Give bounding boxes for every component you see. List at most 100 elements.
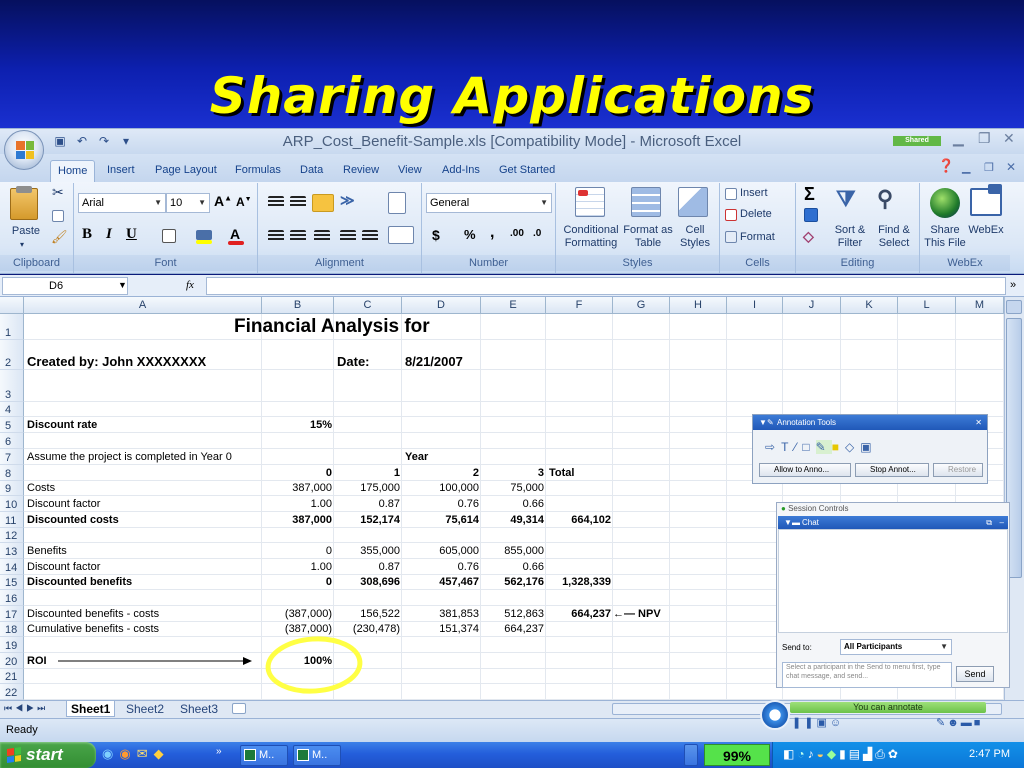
annotation-tools-header[interactable]: ▼ ✎ Annotation Tools ✕: [753, 415, 987, 430]
row-header[interactable]: 12: [0, 528, 24, 543]
cell-e13[interactable]: 855,000: [483, 544, 544, 558]
number-format-select[interactable]: General ▼: [426, 193, 552, 213]
stop-annotate-button[interactable]: Stop Annot...: [855, 463, 929, 477]
cell-f17[interactable]: 664,237: [548, 607, 611, 621]
cell-c10[interactable]: 0.87: [336, 497, 400, 511]
cell-b9[interactable]: 387,000: [264, 481, 332, 495]
eraser-icon[interactable]: ◇: [845, 440, 860, 454]
tray-volume-icon[interactable]: ♪: [808, 747, 817, 761]
cell-c14[interactable]: 0.87: [336, 560, 400, 574]
column-header-f[interactable]: F: [546, 297, 613, 314]
cell-a1[interactable]: Financial Analysis for: [234, 316, 430, 338]
cell-e17[interactable]: 512,863: [483, 607, 544, 621]
cell-a10[interactable]: Discount factor: [27, 497, 100, 511]
cell-a2[interactable]: Created by: John XXXXXXXX: [27, 355, 206, 369]
sort-filter-label[interactable]: Sort & Filter: [830, 224, 870, 250]
row-header[interactable]: 4: [0, 402, 24, 417]
row-header[interactable]: 16: [0, 590, 24, 606]
percent-icon[interactable]: %: [464, 227, 476, 242]
cell-d7[interactable]: Year: [405, 450, 428, 464]
row-header[interactable]: 8: [0, 465, 24, 481]
webex-label[interactable]: WebEx: [966, 224, 1006, 237]
sort-filter-icon[interactable]: ⧩: [836, 186, 856, 212]
row-header[interactable]: 20: [0, 653, 24, 669]
cell-e11[interactable]: 49,314: [483, 513, 544, 527]
cell-d15[interactable]: 457,467: [404, 575, 479, 589]
close-icon[interactable]: ✕: [975, 415, 982, 430]
cell-a9[interactable]: Costs: [27, 481, 55, 495]
font-color-icon[interactable]: A: [230, 226, 240, 242]
comma-icon[interactable]: ,: [490, 224, 494, 242]
help-icon[interactable]: ❓: [938, 158, 954, 174]
format-cells-icon[interactable]: [725, 231, 737, 243]
cell-a13[interactable]: Benefits: [27, 544, 67, 558]
ribbon-minimize-icon[interactable]: ▁: [962, 161, 970, 174]
collapse-icon[interactable]: ▼: [759, 415, 767, 430]
present-icon[interactable]: ▣: [816, 717, 829, 729]
orientation-icon[interactable]: ≫: [340, 192, 355, 209]
row-header[interactable]: 5: [0, 417, 24, 433]
cell-c18[interactable]: (230,478): [336, 622, 400, 636]
expand-formula-icon[interactable]: »: [1010, 279, 1016, 291]
align-right-icon[interactable]: [314, 230, 330, 242]
outlook-icon[interactable]: ✉: [137, 746, 154, 761]
font-name-select[interactable]: Arial ▼: [78, 193, 166, 213]
tray-update-icon[interactable]: ◒: [817, 747, 827, 761]
quick-launch-expand-icon[interactable]: »: [216, 746, 222, 757]
top-align-icon[interactable]: [268, 196, 284, 208]
delete-cells-icon[interactable]: [725, 209, 737, 221]
tab-insert[interactable]: Insert: [100, 160, 142, 182]
video-icon[interactable]: ■: [974, 717, 983, 729]
cell-c15[interactable]: 308,696: [336, 575, 400, 589]
row-header[interactable]: 18: [0, 622, 24, 637]
text-icon[interactable]: T: [781, 440, 794, 454]
tab-add-ins[interactable]: Add-Ins: [435, 160, 487, 182]
cell-b11[interactable]: 387,000: [264, 513, 332, 527]
pointer-icon[interactable]: ⇨: [765, 440, 781, 454]
cell-e15[interactable]: 562,176: [483, 575, 544, 589]
cell-e14[interactable]: 0.66: [483, 560, 544, 574]
cell-d11[interactable]: 75,614: [404, 513, 479, 527]
column-header-m[interactable]: M: [956, 297, 1004, 314]
chat-messages[interactable]: [778, 529, 1008, 633]
row-header[interactable]: 11: [0, 512, 24, 528]
customize-qat-icon[interactable]: ▾: [118, 133, 134, 149]
taskbar-item[interactable]: M..: [240, 745, 288, 766]
borders-icon[interactable]: [162, 229, 176, 243]
insert-sheet-icon[interactable]: [232, 703, 246, 714]
row-header[interactable]: 10: [0, 496, 24, 512]
tab-view[interactable]: View: [391, 160, 429, 182]
cell-e18[interactable]: 664,237: [483, 622, 544, 636]
row-header[interactable]: 15: [0, 575, 24, 590]
decrease-decimal-icon[interactable]: .0: [533, 228, 541, 239]
wrap-text-icon[interactable]: [388, 192, 406, 214]
cell-a15[interactable]: Discounted benefits: [27, 575, 132, 589]
column-header-h[interactable]: H: [670, 297, 727, 314]
increase-decimal-icon[interactable]: .00: [510, 228, 524, 239]
cell-a11[interactable]: Discounted costs: [27, 513, 119, 527]
restore-button[interactable]: Restore: [933, 463, 983, 477]
minimize-icon[interactable]: –: [1000, 516, 1004, 529]
sheet-tab-sheet2[interactable]: Sheet2: [122, 701, 168, 717]
cell-d18[interactable]: 151,374: [404, 622, 479, 636]
taskbar-item[interactable]: M..: [293, 745, 341, 766]
find-select-icon[interactable]: ⚲: [877, 186, 893, 212]
share-globe-icon[interactable]: [930, 188, 960, 218]
cell-f11[interactable]: 664,102: [548, 513, 611, 527]
column-header-b[interactable]: B: [262, 297, 334, 314]
row-header[interactable]: 14: [0, 559, 24, 575]
grow-font-icon[interactable]: A▲: [214, 193, 232, 209]
row-header[interactable]: 17: [0, 606, 24, 622]
cell-d9[interactable]: 100,000: [404, 481, 479, 495]
column-header-l[interactable]: L: [898, 297, 956, 314]
users-icon[interactable]: ☻: [947, 717, 961, 729]
highlighter-icon[interactable]: ■: [832, 440, 845, 454]
allow-annotate-button[interactable]: Allow to Anno...: [759, 463, 851, 477]
cut-icon[interactable]: ✂: [52, 185, 64, 199]
cell-c2[interactable]: Date:: [337, 355, 370, 369]
cell-c9[interactable]: 175,000: [336, 481, 400, 495]
row-header[interactable]: 22: [0, 684, 24, 700]
tray-network-icon[interactable]: ◔: [797, 747, 807, 761]
ribbon-restore-icon[interactable]: ❐: [984, 161, 994, 174]
office-button[interactable]: [4, 130, 44, 170]
